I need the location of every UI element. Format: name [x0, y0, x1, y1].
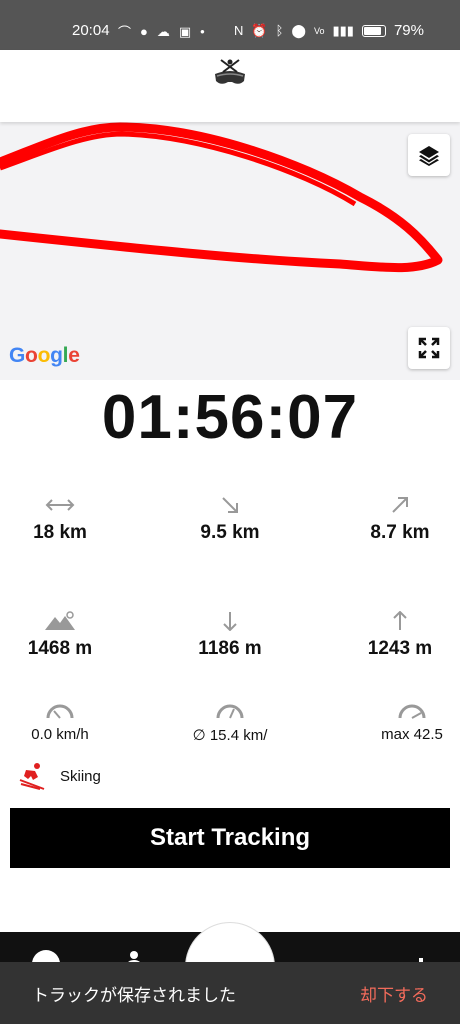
stat-distance: 18 km	[0, 494, 120, 544]
speedometer-mid-icon	[216, 704, 244, 719]
current-speed-value: 0.0 km/h	[31, 726, 89, 743]
stat-ascent-distance: 8.7 km	[340, 494, 460, 544]
distance-arrows-icon	[45, 499, 75, 511]
google-attribution: Google	[9, 344, 80, 367]
nfc-icon: N	[234, 23, 244, 38]
max-altitude-value: 1468 m	[27, 638, 93, 659]
status-time: 20:04	[72, 22, 110, 39]
stat-ascent: 1243 m	[340, 610, 460, 660]
snackbar-message: トラックが保存されました	[32, 985, 236, 1005]
stat-current-speed: 0.0 km/h	[0, 700, 120, 743]
cloud-icon: ☁	[156, 23, 170, 39]
activity-selector[interactable]: Skiing	[18, 762, 101, 790]
volte-icon: Vo	[313, 25, 325, 36]
battery-icon	[361, 24, 386, 37]
arrow-down-icon	[223, 612, 237, 631]
max-speed-value: max 42.5	[381, 726, 443, 743]
layers-icon	[419, 146, 439, 166]
stat-max-speed: max 42.5	[352, 700, 460, 743]
descent-distance-value: 9.5 km	[200, 522, 260, 543]
arrow-up-right-icon	[392, 497, 408, 513]
distance-value: 18 km	[33, 522, 87, 543]
stat-avg-speed: ∅ 15.4 km/	[170, 700, 290, 744]
map-fullscreen-button[interactable]	[408, 327, 450, 369]
camera-icon: ▣	[178, 23, 192, 39]
map-layers-button[interactable]	[408, 134, 450, 176]
app-header	[0, 50, 460, 122]
track-path	[0, 122, 443, 273]
fullscreen-icon	[418, 337, 440, 359]
app-logo	[215, 59, 245, 84]
skiing-icon	[19, 763, 45, 790]
battery-percent: 79%	[393, 22, 424, 39]
arrow-up-icon	[393, 611, 407, 630]
signal-5g-icon: ▮▮▮	[332, 22, 354, 38]
elapsed-timer: 01:56:07	[101, 383, 359, 452]
stat-descent-distance: 9.5 km	[170, 494, 290, 544]
activity-label: Skiing	[60, 767, 101, 785]
snackbar: トラックが保存されました 却下する	[0, 962, 460, 1024]
ascent-distance-value: 8.7 km	[370, 522, 430, 543]
map-view[interactable]: Google	[0, 122, 460, 380]
descent-value: 1186 m	[198, 638, 262, 659]
start-tracking-button[interactable]: Start Tracking	[10, 808, 450, 868]
dot-icon: •	[200, 24, 205, 39]
bluetooth-icon: ᛒ	[275, 23, 284, 38]
arrow-down-right-icon	[222, 497, 238, 513]
location-icon: ⬤	[291, 22, 306, 38]
snackbar-dismiss-button[interactable]: 却下する	[360, 981, 428, 1006]
status-bar: 20:04 ⌒ ● ☁ ▣ • N ⏰ ᛒ ⬤ Vo ▮▮▮ 79%	[0, 0, 460, 50]
alarm-icon: ⏰	[251, 22, 268, 38]
speedometer-high-icon	[398, 704, 426, 719]
status-icons-left: ⌒ ● ☁ ▣ •	[118, 22, 205, 41]
stat-max-altitude: 1468 m	[0, 610, 120, 660]
avg-speed-value: ∅ 15.4 km/	[192, 727, 268, 744]
mountain-icon	[45, 611, 75, 630]
line-icon: ●	[140, 24, 148, 39]
stat-descent: 1186 m	[170, 610, 290, 660]
speedometer-low-icon	[46, 704, 74, 719]
status-icons-right: N ⏰ ᛒ ⬤ Vo ▮▮▮ 79%	[234, 22, 424, 39]
ascent-value: 1243 m	[367, 638, 433, 659]
trail-icon: ⌒	[118, 25, 132, 40]
